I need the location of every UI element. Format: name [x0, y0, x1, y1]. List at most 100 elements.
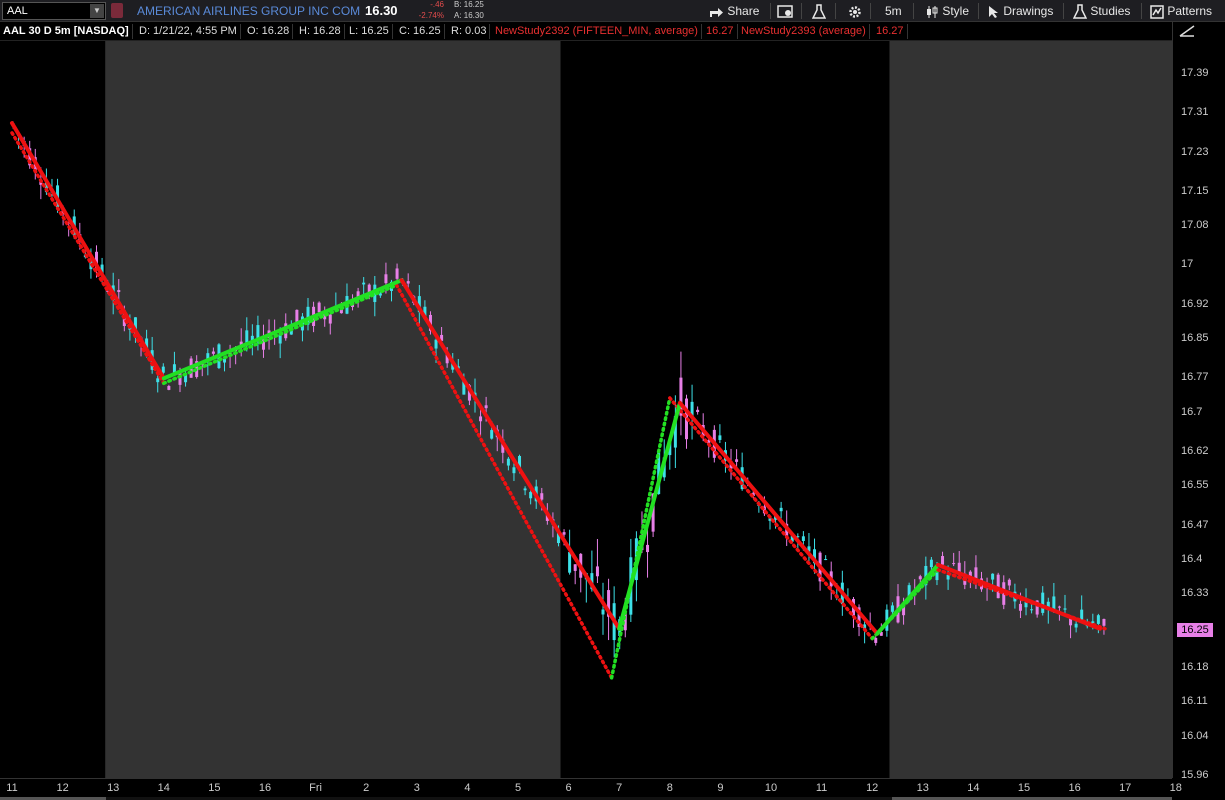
- separator: [913, 3, 914, 19]
- candle-body: [573, 564, 577, 571]
- candle-body: [317, 302, 321, 313]
- candle-body: [211, 351, 215, 354]
- price-axis[interactable]: 17.39 17.31 17.23 17.15 17.08 17 16.92 16.85 16.…: [1172, 22, 1225, 781]
- separator: [1141, 3, 1142, 19]
- time-tick-label: 7: [616, 782, 623, 794]
- candle-body: [735, 459, 739, 462]
- candle-body: [384, 274, 388, 284]
- price-tick-label: 16.47: [1181, 518, 1209, 531]
- time-tick-label: 11: [815, 782, 828, 794]
- time-tick-label: 2: [363, 782, 370, 794]
- patterns-icon: [1150, 5, 1164, 19]
- candle-body: [406, 281, 410, 284]
- session-shading: [0, 41, 1172, 778]
- time-tick-label: 4: [464, 782, 471, 794]
- price-tick-label: 16.92: [1181, 297, 1209, 310]
- flask-button[interactable]: [812, 2, 826, 20]
- studies-label: Studies: [1090, 4, 1131, 18]
- symbol-selector[interactable]: ▼: [2, 2, 106, 20]
- candle-body: [395, 268, 399, 279]
- time-tick-label: 15: [1017, 782, 1031, 794]
- time-tick-label: 10: [764, 782, 778, 794]
- study1-label[interactable]: NewStudy2392 (FIFTEEN_MIN, average): [492, 24, 702, 39]
- session-band-regular: [105, 41, 561, 778]
- cursor-icon: [989, 5, 998, 18]
- candle-body: [595, 566, 599, 577]
- patterns-button[interactable]: Patterns: [1150, 2, 1212, 20]
- candle-body: [718, 435, 722, 440]
- chart-info-header: AAL 30 D 5m [NASDAQ] D: 1/21/22, 4:55 PM…: [0, 22, 1172, 41]
- current-price-badge: 16.25: [1177, 623, 1213, 637]
- candle-body: [601, 609, 605, 615]
- bid-price: B: 16.25: [454, 0, 484, 9]
- candle-body: [1102, 618, 1106, 626]
- candle-body: [1063, 608, 1067, 610]
- ask-price: A: 16.30: [454, 11, 484, 20]
- candle-body: [434, 339, 438, 349]
- symbol-input[interactable]: [3, 3, 89, 19]
- time-tick-label: 17: [1119, 782, 1132, 794]
- candle-body: [801, 536, 805, 541]
- time-tick-label: 12: [56, 782, 69, 794]
- session-band-after-hours: [0, 41, 106, 778]
- time-tick-label: 13: [107, 782, 120, 794]
- price-tick-label: 16.77: [1181, 371, 1209, 384]
- price-tick-label: 17: [1181, 258, 1194, 271]
- studies-button[interactable]: Studies: [1073, 2, 1130, 20]
- price-tick-label: 17.39: [1181, 67, 1209, 79]
- study2-value: 16.27: [873, 24, 908, 39]
- chart-symbol-label[interactable]: AAL 30 D 5m [NASDAQ]: [0, 24, 133, 39]
- settings-button[interactable]: [847, 2, 863, 20]
- candle-body: [929, 559, 933, 568]
- time-tick-label: 6: [565, 782, 572, 794]
- candle-body: [941, 556, 945, 565]
- drawings-button[interactable]: Drawings: [988, 2, 1053, 20]
- session-band-regular: [890, 41, 1172, 778]
- time-tick-label: Fri: [309, 782, 323, 794]
- style-label: Style: [942, 4, 970, 18]
- candle-body: [328, 314, 332, 324]
- price-tick-label: 17.15: [1181, 184, 1209, 197]
- candle-body: [1057, 606, 1061, 608]
- net-change: -.46: [430, 0, 444, 9]
- candle-body: [167, 386, 171, 390]
- chevron-down-icon[interactable]: ▼: [90, 4, 104, 18]
- separator: [835, 3, 836, 19]
- drawing-tool-icon[interactable]: [1178, 24, 1196, 38]
- candle-body: [490, 430, 494, 439]
- percent-change: -2.74%: [418, 11, 444, 20]
- candle-body: [562, 532, 566, 535]
- candle-body: [696, 409, 700, 413]
- candle-body: [1096, 615, 1100, 624]
- time-tick-label: 14: [157, 782, 170, 794]
- time-tick-label: 3: [413, 782, 420, 794]
- patterns-label: Patterns: [1167, 4, 1213, 18]
- share-button[interactable]: Share: [708, 2, 759, 20]
- price-tick-label: 17.31: [1181, 106, 1209, 119]
- candle-body: [362, 282, 366, 285]
- time-tick-label: 16: [258, 782, 272, 794]
- candle-body: [952, 563, 956, 565]
- drawings-label: Drawings: [1003, 4, 1054, 18]
- candle-body: [506, 458, 510, 466]
- separator: [1063, 3, 1064, 19]
- price-tick-label: 16.18: [1181, 661, 1209, 673]
- price-tick-label: 17.23: [1181, 145, 1209, 158]
- price-chart[interactable]: [0, 0, 1172, 778]
- candle-body: [824, 559, 828, 561]
- candle-body: [1007, 579, 1011, 586]
- bar-open: O: 16.28: [244, 24, 294, 39]
- interval-button[interactable]: 5m: [885, 2, 902, 20]
- candle-body: [540, 493, 544, 500]
- candle-body: [512, 467, 516, 474]
- candle-body: [991, 573, 995, 580]
- time-tick-label: 9: [717, 782, 724, 794]
- style-button[interactable]: Style: [925, 2, 969, 20]
- chart-settings-button[interactable]: [777, 2, 795, 20]
- company-name: AMERICAN AIRLINES GROUP INC COM: [137, 4, 361, 18]
- separator: [870, 3, 871, 19]
- study2-label[interactable]: NewStudy2393 (average): [738, 24, 870, 39]
- flag-icon[interactable]: [111, 3, 123, 18]
- time-tick-label: 16: [1068, 782, 1081, 794]
- bar-high: H: 16.28: [296, 24, 345, 39]
